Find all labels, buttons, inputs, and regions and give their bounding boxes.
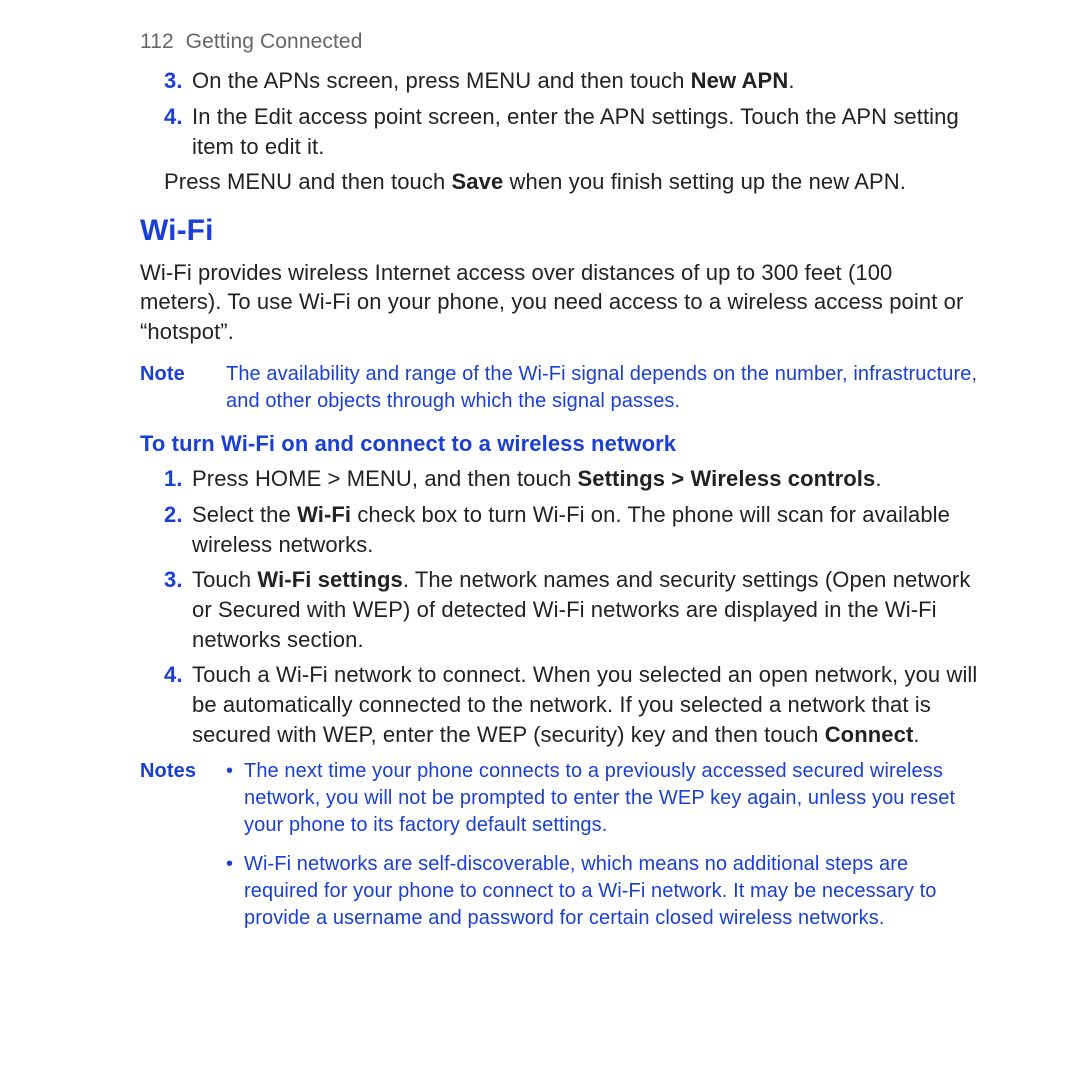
text-run: Select the xyxy=(192,502,297,527)
apn-step-3: 3. On the APNs screen, press MENU and th… xyxy=(164,66,980,96)
text-run: Press MENU and then touch xyxy=(164,169,452,194)
bold-text: Settings > Wireless controls xyxy=(578,466,876,491)
bold-text: Connect xyxy=(825,722,914,747)
notes-label: Notes xyxy=(140,758,226,944)
list-text: Touch a Wi-Fi network to connect. When y… xyxy=(192,660,980,749)
note-label: Note xyxy=(140,361,226,415)
bullet-icon: • xyxy=(226,758,244,839)
wifi-notes: Notes • The next time your phone connect… xyxy=(140,758,980,944)
text-run: when you finish setting up the new APN. xyxy=(503,169,906,194)
list-number: 3. xyxy=(164,565,192,654)
text-run: . xyxy=(788,68,794,93)
apn-save-paragraph: Press MENU and then touch Save when you … xyxy=(164,167,980,197)
list-number: 1. xyxy=(164,464,192,494)
bullet-icon: • xyxy=(226,851,244,932)
wifi-note: Note The availability and range of the W… xyxy=(140,361,980,415)
notes-text: Wi-Fi networks are self-discoverable, wh… xyxy=(244,851,980,932)
list-text: On the APNs screen, press MENU and then … xyxy=(192,66,980,96)
notes-bullet-1: • The next time your phone connects to a… xyxy=(226,758,980,839)
note-text: The availability and range of the Wi-Fi … xyxy=(226,361,980,415)
text-run: . xyxy=(875,466,881,491)
page-header: 112 Getting Connected xyxy=(140,28,980,56)
list-number: 4. xyxy=(164,660,192,749)
list-text: Press HOME > MENU, and then touch Settin… xyxy=(192,464,980,494)
text-run: Press HOME > MENU, and then touch xyxy=(192,466,578,491)
text-run: Touch xyxy=(192,567,257,592)
bold-text: Save xyxy=(452,169,504,194)
wifi-subheading: To turn Wi-Fi on and connect to a wirele… xyxy=(140,429,980,459)
section-title: Getting Connected xyxy=(186,30,363,53)
wifi-step-2: 2. Select the Wi-Fi check box to turn Wi… xyxy=(164,500,980,559)
apn-step-4: 4. In the Edit access point screen, ente… xyxy=(164,102,980,161)
page-number: 112 xyxy=(140,30,174,53)
list-text: Select the Wi-Fi check box to turn Wi-Fi… xyxy=(192,500,980,559)
list-number: 4. xyxy=(164,102,192,161)
list-number: 2. xyxy=(164,500,192,559)
bold-text: Wi-Fi xyxy=(297,502,351,527)
wifi-step-3: 3. Touch Wi-Fi settings. The network nam… xyxy=(164,565,980,654)
wifi-intro: Wi-Fi provides wireless Internet access … xyxy=(140,258,980,347)
text-run: . xyxy=(913,722,919,747)
wifi-heading: Wi-Fi xyxy=(140,211,980,252)
notes-items: • The next time your phone connects to a… xyxy=(226,758,980,944)
text-run: On the APNs screen, press MENU and then … xyxy=(192,68,691,93)
notes-text: The next time your phone connects to a p… xyxy=(244,758,980,839)
wifi-step-1: 1. Press HOME > MENU, and then touch Set… xyxy=(164,464,980,494)
bold-text: Wi-Fi settings xyxy=(257,567,402,592)
list-number: 3. xyxy=(164,66,192,96)
list-text: Touch Wi-Fi settings. The network names … xyxy=(192,565,980,654)
wifi-step-4: 4. Touch a Wi-Fi network to connect. Whe… xyxy=(164,660,980,749)
bold-text: New APN xyxy=(691,68,789,93)
manual-page: 112 Getting Connected 3. On the APNs scr… xyxy=(0,0,1080,1080)
list-text: In the Edit access point screen, enter t… xyxy=(192,102,980,161)
notes-bullet-2: • Wi-Fi networks are self-discoverable, … xyxy=(226,851,980,932)
